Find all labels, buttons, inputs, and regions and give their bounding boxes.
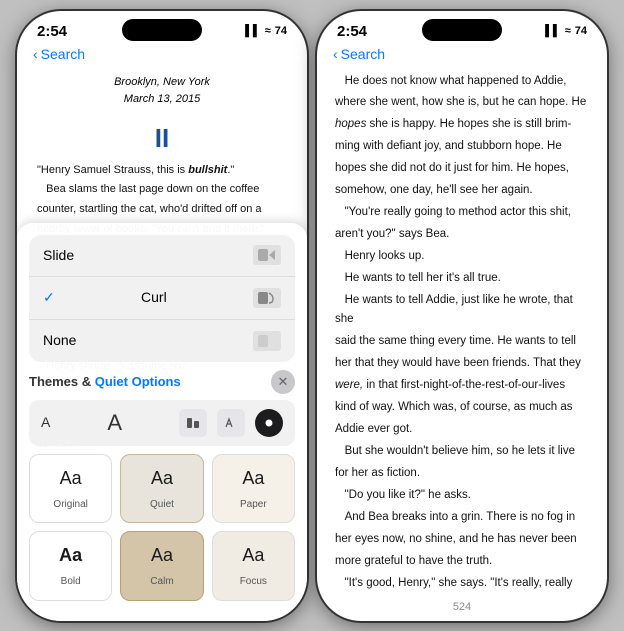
- theme-bold[interactable]: Aa Bold: [29, 531, 112, 600]
- theme-quiet[interactable]: Aa Quiet: [120, 454, 203, 523]
- back-button-left[interactable]: ‹ Search: [33, 46, 85, 62]
- book-location: Brooklyn, New York March 13, 2015: [37, 74, 287, 108]
- theme-focus-sample: Aa: [242, 542, 264, 570]
- none-label: None: [43, 330, 76, 352]
- right-phone: 2:54 ▌▌ ≈ 74 ‹ Search He does not know w…: [317, 11, 607, 621]
- chapter-number: II: [37, 118, 287, 158]
- nav-bar-right: ‹ Search: [317, 44, 607, 66]
- font-icon-1[interactable]: [179, 409, 207, 437]
- theme-paper[interactable]: Aa Paper: [212, 454, 295, 523]
- wifi-icon-right: ≈: [565, 25, 571, 37]
- theme-calm-sample: Aa: [151, 542, 173, 570]
- slide-label: Slide: [43, 245, 74, 267]
- status-icons-left: ▌▌ ≈ 74: [245, 25, 287, 37]
- reading-content: He does not know what happened to Addie,…: [317, 66, 607, 597]
- theme-focus-label: Focus: [240, 574, 267, 590]
- font-large-a: A: [107, 406, 122, 440]
- battery-icon-right: 74: [575, 25, 587, 37]
- theme-bold-label: Bold: [61, 574, 81, 590]
- theme-calm[interactable]: Aa Calm: [120, 531, 203, 600]
- dynamic-island: [122, 19, 202, 41]
- time-right: 2:54: [337, 23, 367, 40]
- none-icon: [253, 331, 281, 351]
- signal-icon-right: ▌▌: [545, 25, 561, 37]
- dynamic-island-right: [422, 19, 502, 41]
- themes-header: Themes & Quiet Options ✕: [29, 370, 295, 394]
- location-line1: Brooklyn, New York: [37, 74, 287, 91]
- theme-original-label: Original: [53, 497, 87, 513]
- theme-paper-sample: Aa: [242, 465, 264, 493]
- font-small-a: A: [41, 412, 50, 434]
- nav-bar-left: ‹ Search: [17, 44, 307, 66]
- theme-quiet-sample: Aa: [151, 465, 173, 493]
- theme-quiet-label: Quiet: [150, 497, 174, 513]
- theme-original[interactable]: Aa Original: [29, 454, 112, 523]
- slide-options: Slide ✓ Curl None: [29, 235, 295, 362]
- wifi-icon: ≈: [265, 25, 271, 37]
- theme-bold-sample: Aa: [59, 542, 82, 570]
- themes-grid: Aa Original Aa Quiet Aa Paper Aa Bold: [29, 454, 295, 601]
- battery-icon: 74: [275, 25, 287, 37]
- chevron-left-icon-right: ‹: [333, 46, 338, 62]
- book-content-left: Brooklyn, New York March 13, 2015 II "He…: [17, 66, 307, 621]
- slide-option-slide[interactable]: Slide: [29, 235, 295, 278]
- page-number: 524: [317, 597, 607, 621]
- back-button-right[interactable]: ‹ Search: [333, 46, 385, 62]
- panel-overlay: Slide ✓ Curl None: [17, 223, 307, 621]
- status-icons-right: ▌▌ ≈ 74: [545, 25, 587, 37]
- chevron-left-icon: ‹: [33, 46, 38, 62]
- signal-icon: ▌▌: [245, 25, 261, 37]
- close-button[interactable]: ✕: [271, 370, 295, 394]
- left-phone: 2:54 ▌▌ ≈ 74 ‹ Search Brooklyn, New York…: [17, 11, 307, 621]
- theme-original-sample: Aa: [60, 465, 82, 493]
- theme-focus[interactable]: Aa Focus: [212, 531, 295, 600]
- brightness-icon[interactable]: [255, 409, 283, 437]
- slide-option-curl[interactable]: ✓ Curl: [29, 277, 295, 320]
- time-left: 2:54: [37, 23, 67, 40]
- location-line2: March 13, 2015: [37, 91, 287, 108]
- theme-paper-label: Paper: [240, 497, 267, 513]
- curl-icon: [253, 288, 281, 308]
- quiet-options-link[interactable]: Quiet Options: [95, 374, 181, 389]
- slide-icon: [253, 245, 281, 265]
- themes-title: Themes & Quiet Options: [29, 372, 181, 392]
- font-size-row: A A: [29, 400, 295, 446]
- theme-calm-label: Calm: [150, 574, 173, 590]
- curl-label: Curl: [141, 287, 167, 309]
- slide-option-none[interactable]: None: [29, 320, 295, 362]
- font-icons: [179, 409, 283, 437]
- check-icon: ✓: [43, 287, 55, 309]
- font-icon-2[interactable]: [217, 409, 245, 437]
